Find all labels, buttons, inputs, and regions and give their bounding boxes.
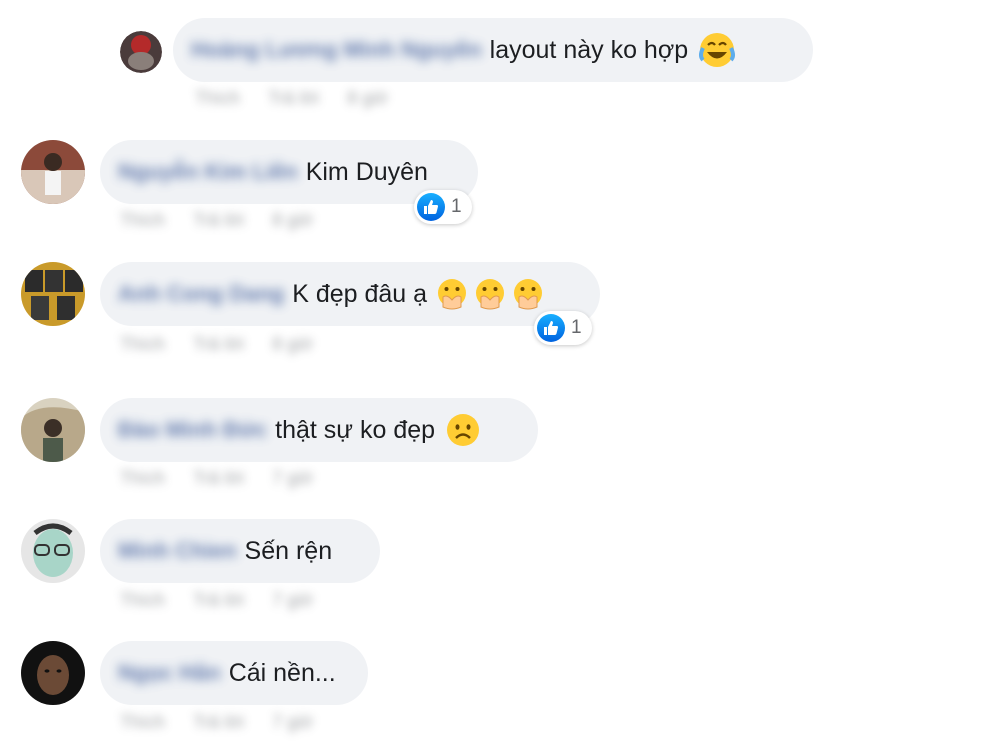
reaction-number: 1 [451, 196, 462, 217]
timestamp[interactable]: 7 giờ [272, 590, 313, 611]
avatar[interactable] [21, 641, 85, 705]
comment-actions: Thích Trả lời 8 giờ [195, 88, 388, 109]
reply-link[interactable]: Trả lời [193, 334, 244, 355]
like-link[interactable]: Thích [120, 468, 165, 489]
reply-link[interactable]: Trả lời [193, 712, 244, 733]
comment-text: K đẹp đâu ạ [292, 279, 428, 308]
timestamp[interactable]: 7 giờ [272, 468, 313, 489]
timestamp[interactable]: 7 giờ [272, 712, 313, 733]
reaction-number: 1 [571, 317, 582, 338]
comment-bubble: Anh Cong Dang K đẹp đâu ạ [100, 262, 600, 326]
like-link[interactable]: Thích [120, 210, 165, 231]
laugh-cry-emoji-icon [699, 33, 736, 67]
like-link[interactable]: Thích [120, 334, 165, 355]
comment-author[interactable]: Hoàng Lương Minh Nguyên [191, 37, 482, 63]
like-link[interactable]: Thích [120, 590, 165, 611]
comment-text: Cái nền... [228, 658, 336, 687]
timestamp[interactable]: 8 giờ [272, 334, 313, 355]
comment-actions: Thích Trả lời 7 giờ [120, 590, 313, 611]
comment-actions: Thích Trả lời 8 giờ [120, 210, 313, 231]
like-link[interactable]: Thích [120, 712, 165, 733]
comment-author[interactable]: Đào Minh Đức [118, 417, 267, 443]
comment-author[interactable]: Anh Cong Dang [118, 281, 284, 307]
comment-text: thật sự ko đẹp [275, 415, 436, 444]
reply-link[interactable]: Trả lời [268, 88, 319, 109]
comment-bubble: Đào Minh Đức thật sự ko đẹp [100, 398, 538, 462]
avatar[interactable] [21, 262, 85, 326]
timestamp[interactable]: 8 giờ [347, 88, 388, 109]
avatar[interactable] [120, 31, 162, 73]
comment-author[interactable]: Nguyễn Kim Liên [118, 159, 298, 185]
hand-over-mouth-emoji-icon [514, 279, 543, 310]
comment-actions: Thích Trả lời 7 giờ [120, 712, 313, 733]
reaction-count[interactable]: 1 [414, 190, 472, 224]
comment-bubble: Minh Chien Sến rện [100, 519, 380, 583]
comment-text: layout này ko hợp [489, 35, 689, 64]
thumbs-up-icon [417, 193, 445, 221]
comment-text: Sến rện [244, 536, 333, 565]
reply-link[interactable]: Trả lời [193, 468, 244, 489]
comment-actions: Thích Trả lời 8 giờ [120, 334, 313, 355]
comment-author[interactable]: Minh Chien [118, 538, 237, 564]
hand-over-mouth-emoji-icon [476, 279, 505, 310]
comment-author[interactable]: Ngọc Hân [118, 660, 221, 686]
reply-link[interactable]: Trả lời [193, 210, 244, 231]
timestamp[interactable]: 8 giờ [272, 210, 313, 231]
hand-over-mouth-emoji-icon [438, 279, 467, 310]
thumbs-up-icon [537, 314, 565, 342]
avatar[interactable] [21, 398, 85, 462]
comment-bubble: Ngọc Hân Cái nền... [100, 641, 368, 705]
avatar[interactable] [21, 519, 85, 583]
frowning-face-emoji-icon [447, 414, 480, 446]
reaction-count[interactable]: 1 [534, 311, 592, 345]
comment-text: Kim Duyên [305, 157, 428, 186]
avatar[interactable] [21, 140, 85, 204]
comment-actions: Thích Trả lời 7 giờ [120, 468, 313, 489]
like-link[interactable]: Thích [195, 88, 240, 109]
reply-link[interactable]: Trả lời [193, 590, 244, 611]
comment-bubble: Hoàng Lương Minh Nguyên layout này ko hợ… [173, 18, 813, 82]
